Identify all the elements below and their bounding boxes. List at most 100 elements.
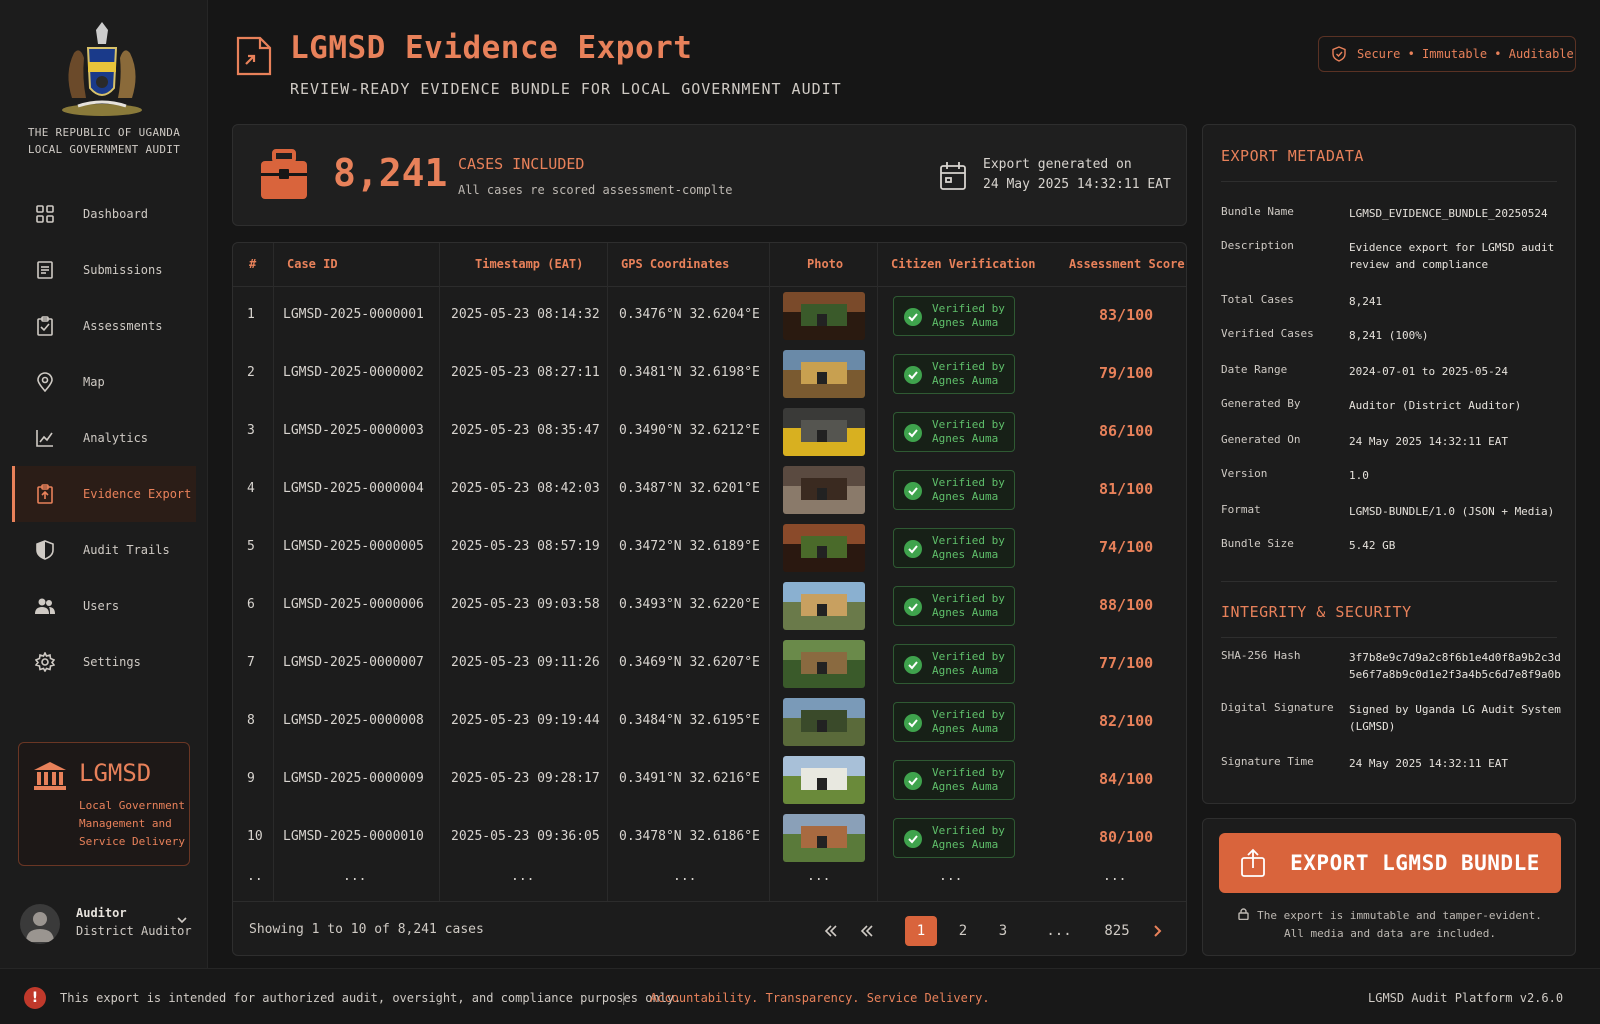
- assessment-score: 77/100: [1099, 654, 1154, 672]
- case-photo-thumbnail[interactable]: [783, 408, 865, 456]
- row-number: 2: [247, 365, 255, 380]
- case-photo-thumbnail[interactable]: [783, 292, 865, 340]
- photo-image: [783, 466, 865, 514]
- verified-by-label: Verified by: [932, 824, 1005, 837]
- verification-text: Verified by Agnes Auma: [932, 592, 1005, 620]
- table-row[interactable]: 1 LGMSD-2025-0000001 2025-05-23 08:14:32 0.…: [233, 287, 1186, 345]
- chevron-down-icon: [177, 917, 187, 924]
- table-row[interactable]: 8 LGMSD-2025-0000008 2025-05-23 09:19:44 0.…: [233, 693, 1186, 751]
- citizen-verification-badge: Verified by Agnes Auma: [893, 818, 1015, 858]
- metadata-value: LGMSD-BUNDLE/1.0 (JSON + Media): [1349, 505, 1555, 518]
- export-button-label: EXPORT LGMSD BUNDLE: [1290, 851, 1540, 875]
- case-id: LGMSD-2025-0000009: [283, 771, 424, 786]
- security-key: SHA-256 Hash: [1221, 649, 1301, 662]
- previous-page-button[interactable]: [855, 916, 879, 946]
- verification-text: Verified by Agnes Auma: [932, 302, 1005, 330]
- export-bundle-button[interactable]: EXPORT LGMSD BUNDLE: [1219, 833, 1561, 893]
- photo-image: [783, 524, 865, 572]
- assessment-score: 88/100: [1099, 596, 1154, 614]
- case-photo-thumbnail[interactable]: [783, 350, 865, 398]
- page-button[interactable]: 3: [987, 916, 1019, 946]
- sidebar-item-dashboard[interactable]: Dashboard: [12, 186, 196, 242]
- user-icon: [26, 912, 54, 942]
- timestamp: 2025-05-23 09:03:58: [451, 597, 600, 612]
- case-id: LGMSD-2025-0000002: [283, 365, 424, 380]
- cases-summary-card: 8,241 CASES INCLUDED All cases re scored…: [232, 124, 1187, 226]
- table-row[interactable]: 5 LGMSD-2025-0000005 2025-05-23 08:57:19 0.…: [233, 519, 1186, 577]
- page-button-last[interactable]: 825: [1097, 916, 1137, 946]
- column-header: GPS Coordinates: [621, 257, 730, 271]
- citizen-verification-badge: Verified by Agnes Auma: [893, 296, 1015, 336]
- sidebar-item-evidence-export[interactable]: Evidence Export: [12, 466, 196, 522]
- case-photo-thumbnail[interactable]: [783, 756, 865, 804]
- sidebar-item-users[interactable]: Users: [12, 578, 196, 634]
- security-value: 24 May 2025 14:32:11 EAT: [1349, 757, 1508, 770]
- citizen-verification-badge: Verified by Agnes Auma: [893, 760, 1015, 800]
- column-header: Timestamp (EAT): [475, 257, 584, 271]
- case-photo-thumbnail[interactable]: [783, 814, 865, 862]
- sidebar-item-analytics[interactable]: Analytics: [12, 410, 196, 466]
- check-circle-icon: [904, 714, 922, 732]
- case-photo-thumbnail[interactable]: [783, 698, 865, 746]
- metadata-value: 24 May 2025 14:32:11 EAT: [1349, 435, 1508, 448]
- republic-line: THE REPUBLIC OF UGANDA: [27, 126, 181, 139]
- timestamp: 2025-05-23 08:35:47: [451, 423, 600, 438]
- security-value: 3f7b8e9c7d9a2c8f6b1e4d0f8a9b2c3d 5e6f7a8…: [1349, 651, 1561, 681]
- case-id: LGMSD-2025-0000003: [283, 423, 424, 438]
- sidebar-item-map[interactable]: Map: [12, 354, 196, 410]
- citizen-verification-badge: Verified by Agnes Auma: [893, 702, 1015, 742]
- case-photo-thumbnail[interactable]: [783, 524, 865, 572]
- check-circle-icon: [904, 308, 922, 326]
- brand-desc-line: Management and: [79, 817, 172, 830]
- brand-desc-line: Local Government: [79, 799, 185, 812]
- divider: [1221, 581, 1557, 582]
- page-button[interactable]: 2: [947, 916, 979, 946]
- next-page-button[interactable]: [1145, 916, 1169, 946]
- table-row[interactable]: 2 LGMSD-2025-0000002 2025-05-23 08:27:11 0.…: [233, 345, 1186, 403]
- export-box-icon: [1241, 848, 1266, 877]
- sidebar-item-assessments[interactable]: Assessments: [12, 298, 196, 354]
- user-menu[interactable]: Auditor District Auditor: [20, 902, 196, 946]
- sidebar-item-label: Submissions: [83, 263, 163, 277]
- cases-count: 8,241: [333, 151, 448, 195]
- sidebar-item-settings[interactable]: Settings: [12, 634, 196, 690]
- table-row[interactable]: 9 LGMSD-2025-0000009 2025-05-23 09:28:17 0.…: [233, 751, 1186, 809]
- check-circle-icon: [904, 830, 922, 848]
- sidebar-item-submissions[interactable]: Submissions: [12, 242, 196, 298]
- briefcase-icon: [261, 149, 307, 199]
- assessment-score: 82/100: [1099, 712, 1154, 730]
- verifier-name: Agnes Auma: [932, 432, 999, 445]
- check-circle-icon: [904, 772, 922, 790]
- security-key: Digital Signature: [1221, 701, 1334, 714]
- sidebar-nav: Dashboard Submissions Assessments Map An…: [12, 186, 196, 690]
- sidebar-item-audit-trails[interactable]: Audit Trails: [12, 522, 196, 578]
- check-circle-icon: [904, 598, 922, 616]
- grid-icon: [33, 202, 57, 226]
- table-row[interactable]: 3 LGMSD-2025-0000003 2025-05-23 08:35:47 0.…: [233, 403, 1186, 461]
- table-pagination: Showing 1 to 10 of 8,241 cases 1 2 3 ...…: [233, 901, 1186, 955]
- brand-name: LGMSD: [79, 759, 152, 787]
- photo-image: [783, 640, 865, 688]
- export-note-text: The export is immutable and tamper-evide…: [1257, 909, 1542, 922]
- column-header: Photo: [807, 257, 844, 271]
- timestamp: 2025-05-23 08:14:32: [451, 307, 600, 322]
- table-row[interactable]: 7 LGMSD-2025-0000007 2025-05-23 09:11:26 0.…: [233, 635, 1186, 693]
- timestamp: 2025-05-23 09:11:26: [451, 655, 600, 670]
- case-photo-thumbnail[interactable]: [783, 582, 865, 630]
- metadata-key: Date Range: [1221, 363, 1288, 376]
- column-header: #: [249, 257, 257, 271]
- table-row[interactable]: 4 LGMSD-2025-0000004 2025-05-23 08:42:03 0.…: [233, 461, 1186, 519]
- check-circle-icon: [904, 424, 922, 442]
- table-row[interactable]: 10 LGMSD-2025-0000010 2025-05-23 09:36:05 0…: [233, 809, 1186, 867]
- assessment-score: 84/100: [1099, 770, 1154, 788]
- case-photo-thumbnail[interactable]: [783, 640, 865, 688]
- cases-label: CASES INCLUDED: [458, 155, 585, 173]
- table-row[interactable]: 6 LGMSD-2025-0000006 2025-05-23 09:03:58 0.…: [233, 577, 1186, 635]
- metadata-key: Bundle Size: [1221, 537, 1294, 550]
- case-photo-thumbnail[interactable]: [783, 466, 865, 514]
- verified-by-label: Verified by: [932, 766, 1005, 779]
- page-button-current[interactable]: 1: [905, 916, 937, 946]
- verified-by-label: Verified by: [932, 360, 1005, 373]
- cases-description: All cases re scored assessment-complte: [458, 183, 733, 197]
- first-page-button[interactable]: [819, 916, 843, 946]
